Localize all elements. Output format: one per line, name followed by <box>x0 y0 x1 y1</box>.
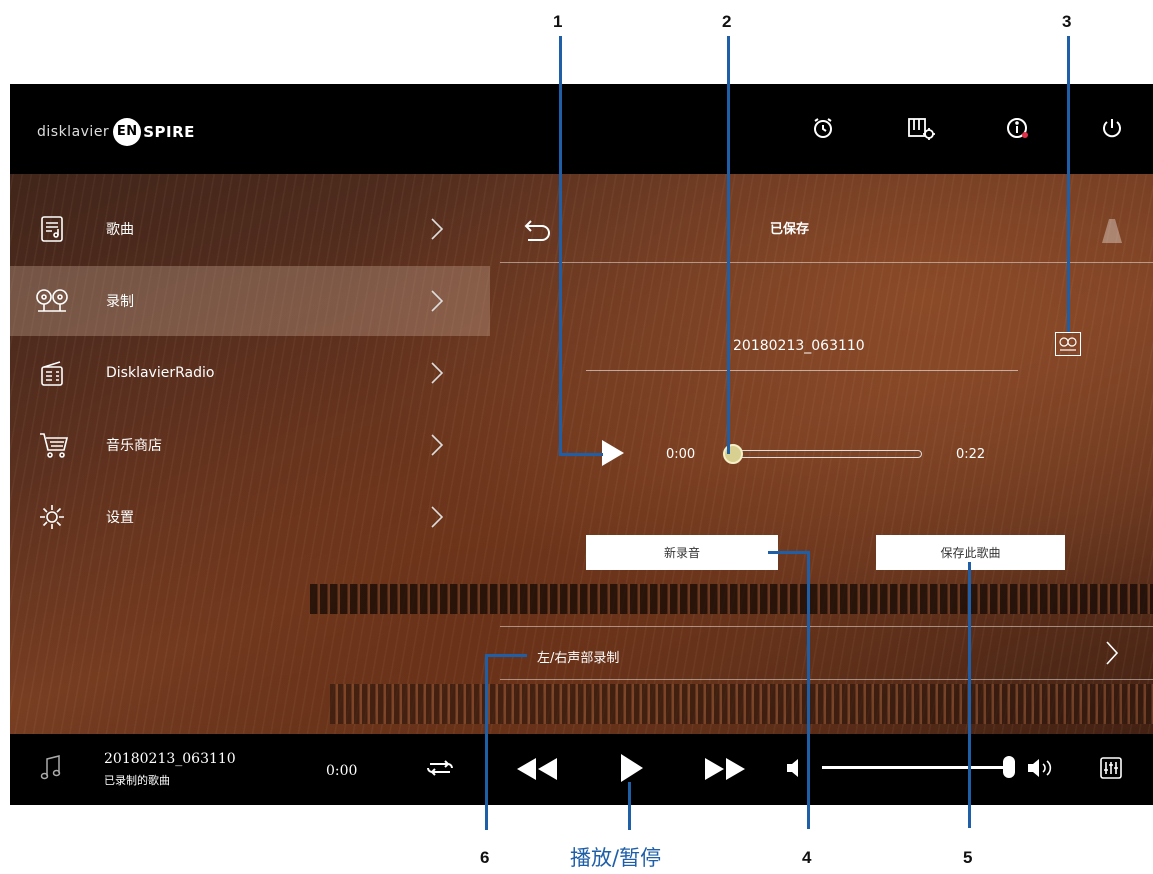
sidebar-item-radio[interactable]: DisklavierRadio <box>10 338 490 408</box>
now-playing-subtitle: 已录制的歌曲 <box>104 774 170 787</box>
callout-1-line-horizontal <box>559 453 603 456</box>
option-divider-bottom <box>500 679 1153 680</box>
repeat-icon[interactable] <box>424 758 456 778</box>
metronome-icon[interactable] <box>1100 217 1124 245</box>
progress-knob[interactable] <box>723 444 743 464</box>
back-arrow-icon[interactable] <box>523 217 553 243</box>
chevron-right-icon <box>430 289 444 313</box>
volume-slider-knob[interactable] <box>1003 756 1015 778</box>
now-playing-title: 20180213_063110 <box>104 751 236 767</box>
left-right-part-recording-label[interactable]: 左/右声部录制 <box>537 647 619 666</box>
play-preview-icon[interactable] <box>600 438 626 468</box>
power-icon[interactable] <box>1100 116 1124 140</box>
radio-icon <box>38 359 66 387</box>
chevron-right-icon <box>430 217 444 241</box>
logo-text-disklavier: disklavier <box>37 124 110 140</box>
volume-low-icon <box>786 756 800 780</box>
sidebar-item-label: 设置 <box>106 510 134 526</box>
piano-settings-icon[interactable] <box>907 116 937 140</box>
disklavier-logo: disklavier EN SPIRE <box>37 118 195 146</box>
sidebar-item-label: DisklavierRadio <box>106 365 215 381</box>
mixer-icon[interactable] <box>1100 757 1122 779</box>
sidebar-item-label: 录制 <box>106 294 134 310</box>
shopping-cart-icon <box>38 431 70 459</box>
player-bar: 20180213_063110 已录制的歌曲 0:00 <box>10 734 1153 805</box>
callout-3-line <box>1067 36 1070 332</box>
chevron-right-icon <box>430 361 444 385</box>
play-pause-caption: 播放/暂停 <box>570 846 662 870</box>
music-note-icon <box>40 754 62 782</box>
callout-5: 5 <box>963 848 973 867</box>
callout-1-line-vertical <box>559 36 562 456</box>
top-bar: disklavier EN SPIRE <box>10 84 1153 174</box>
piano-dampers-background <box>330 684 1153 724</box>
page-title: 已保存 <box>770 222 810 237</box>
fast-forward-icon[interactable] <box>703 756 747 782</box>
callout-6-line-vertical <box>485 654 488 830</box>
callout-4-line-horizontal <box>768 551 810 554</box>
play-pause-callout-line <box>628 782 631 830</box>
sidebar-item-label: 歌曲 <box>106 222 134 238</box>
callout-4-line-vertical <box>807 551 810 829</box>
filename-underline <box>586 370 1018 371</box>
info-icon[interactable] <box>1006 116 1030 140</box>
reel-recorder-icon <box>34 287 70 315</box>
reel-recorder-badge-icon[interactable] <box>1055 332 1081 356</box>
logo-en-badge: EN <box>113 118 142 146</box>
disklavier-screen: disklavier EN SPIRE 歌曲 录制 DisklavierRadi… <box>10 84 1153 805</box>
title-divider <box>500 262 1153 263</box>
alarm-icon[interactable] <box>811 116 835 140</box>
sidebar-item-settings[interactable]: 设置 <box>10 482 490 552</box>
volume-high-icon <box>1027 756 1057 780</box>
recording-filename: 20180213_063110 <box>733 338 865 354</box>
callout-6-line-horizontal <box>485 654 527 657</box>
chevron-right-icon <box>430 433 444 457</box>
play-pause-icon[interactable] <box>619 752 645 784</box>
callout-2-line <box>727 36 730 454</box>
callout-3: 3 <box>1062 12 1072 31</box>
piano-hammers-background <box>310 584 1153 614</box>
volume-slider-track[interactable] <box>822 766 1012 769</box>
callout-2: 2 <box>722 12 732 31</box>
sidebar-item-songs[interactable]: 歌曲 <box>10 194 490 264</box>
rewind-icon[interactable] <box>515 756 559 782</box>
progress-start-time: 0:00 <box>666 447 696 462</box>
callout-6: 6 <box>480 848 490 867</box>
new-recording-button[interactable]: 新录音 <box>586 535 778 570</box>
gear-icon <box>38 503 66 531</box>
progress-track[interactable] <box>728 450 922 458</box>
chevron-right-icon[interactable] <box>1105 640 1119 666</box>
current-time: 0:00 <box>326 763 358 779</box>
sidebar-item-label: 音乐商店 <box>106 438 162 454</box>
sidebar-item-music-store[interactable]: 音乐商店 <box>10 410 490 480</box>
callout-5-line <box>968 562 971 828</box>
option-divider-top <box>500 626 1153 627</box>
callout-1: 1 <box>553 12 563 31</box>
callout-4: 4 <box>802 848 812 867</box>
song-list-icon <box>38 215 66 243</box>
progress-end-time: 0:22 <box>956 447 986 462</box>
sidebar-item-record[interactable]: 录制 <box>10 266 490 336</box>
chevron-right-icon <box>430 505 444 529</box>
logo-text-spire: SPIRE <box>143 123 195 141</box>
